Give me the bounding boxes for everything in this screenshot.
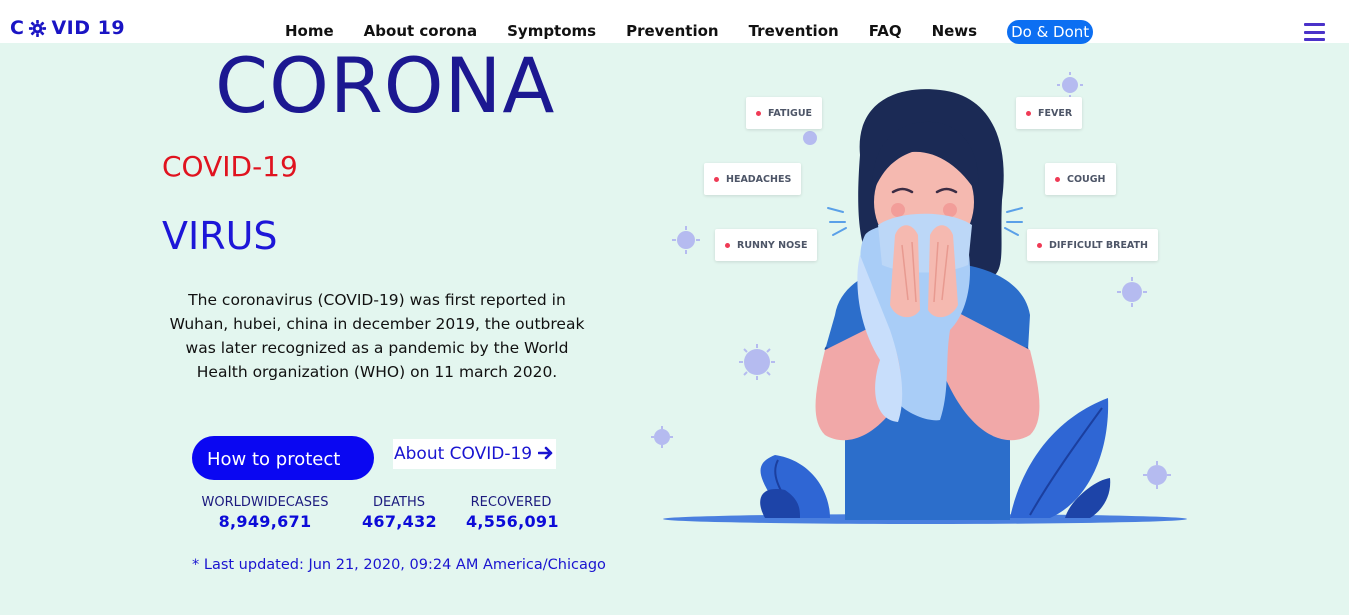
stat-deaths: DEATHS 467,432 (362, 495, 437, 531)
nav-faq[interactable]: FAQ (869, 22, 902, 40)
stat-label: WORLDWIDECASES (201, 495, 329, 510)
bullet-dot (1055, 176, 1060, 182)
nav-prevention[interactable]: Prevention (626, 22, 719, 40)
top-navbar: C VID 19 Home About corona Symptoms Prev… (0, 0, 1349, 44)
stat-label: DEATHS (372, 495, 426, 510)
hero-tagline: VIRUS (162, 214, 278, 258)
symptom-cough: COUGH (1045, 163, 1116, 195)
stat-value: 4,556,091 (466, 512, 559, 531)
hamburger-bar (1304, 38, 1325, 41)
hamburger-bar (1304, 30, 1325, 34)
nav-symptoms[interactable]: Symptoms (507, 22, 596, 40)
logo-text-left: C (10, 17, 25, 39)
last-updated-text: * Last updated: Jun 21, 2020, 09:24 AM A… (192, 557, 606, 573)
symptom-runny-nose: RUNNY NOSE (715, 229, 818, 261)
do-dont-button[interactable]: Do & Dont (1007, 20, 1094, 44)
nav-home[interactable]: Home (285, 22, 334, 40)
hamburger-bar (1304, 23, 1325, 26)
bullet-dot (714, 176, 719, 182)
how-to-protect-button[interactable]: How to protect (192, 436, 374, 480)
hero-description: The coronavirus (COVID-19) was first rep… (169, 291, 585, 381)
symptom-headaches: HEADACHES (704, 163, 802, 195)
stat-value: 467,432 (362, 512, 437, 531)
stat-worldwide-cases: WORLDWIDECASES 8,949,671 (200, 495, 330, 531)
bullet-dot (1037, 242, 1042, 248)
symptom-fever: FEVER (1016, 97, 1083, 129)
hero-subtitle: COVID-19 (162, 150, 298, 183)
stat-recovered: RECOVERED 4,556,091 (466, 495, 559, 531)
about-covid-link[interactable]: About COVID-19 (393, 439, 557, 469)
about-covid-label: About COVID-19 (394, 444, 533, 464)
hamburger-menu-icon[interactable] (1304, 23, 1325, 41)
nav-news[interactable]: News (932, 22, 978, 40)
logo-text-right: VID 19 (51, 17, 126, 39)
symptom-difficult-breath: DIFFICULT BREATH (1027, 229, 1158, 261)
site-logo[interactable]: C VID 19 (10, 17, 125, 39)
symptom-fatigue: FATIGUE (746, 97, 823, 129)
hero-title: CORONA (215, 41, 556, 130)
bullet-dot (1026, 110, 1031, 116)
stat-value: 8,949,671 (218, 512, 312, 531)
nav-trevention[interactable]: Trevention (749, 22, 839, 40)
bullet-dot (756, 110, 761, 116)
bullet-dot (725, 242, 730, 248)
main-nav: Home About corona Symptoms Prevention Tr… (285, 19, 1094, 44)
sick-woman-illustration: FATIGUE FEVER HEADACHES COUGH RUNNY NOSE… (650, 60, 1210, 540)
stat-label: RECOVERED (470, 495, 552, 510)
nav-about-corona[interactable]: About corona (364, 22, 477, 40)
arrow-right-icon (537, 443, 554, 465)
illustration-svg (651, 72, 1187, 524)
virus-gear-icon (28, 19, 47, 38)
